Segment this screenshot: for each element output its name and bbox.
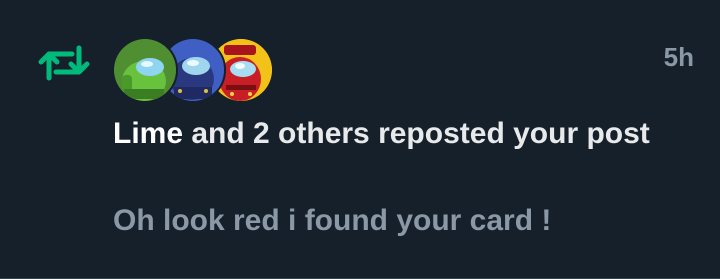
action-text: and 2 others reposted your post: [183, 117, 650, 150]
lime-crewmate-avatar[interactable]: [112, 37, 178, 103]
notification-headline: Lime and 2 others reposted your post: [113, 112, 673, 156]
post-preview[interactable]: Oh look red i found your card !: [113, 204, 551, 238]
avatar-group[interactable]: [112, 37, 274, 103]
repost-icon: [38, 45, 90, 81]
repost-notification[interactable]: 5h Lime and 2 others reposted your post …: [0, 0, 720, 279]
actor-name-link[interactable]: Lime: [113, 117, 183, 150]
timestamp: 5h: [663, 42, 694, 72]
